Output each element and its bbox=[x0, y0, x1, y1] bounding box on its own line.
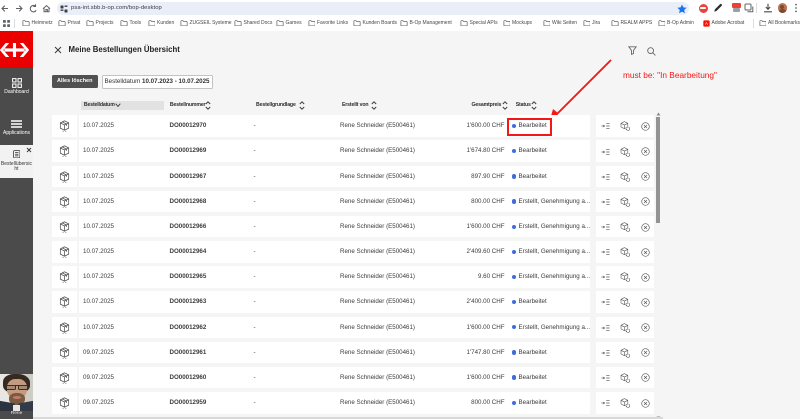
svg-text:A: A bbox=[705, 21, 708, 26]
